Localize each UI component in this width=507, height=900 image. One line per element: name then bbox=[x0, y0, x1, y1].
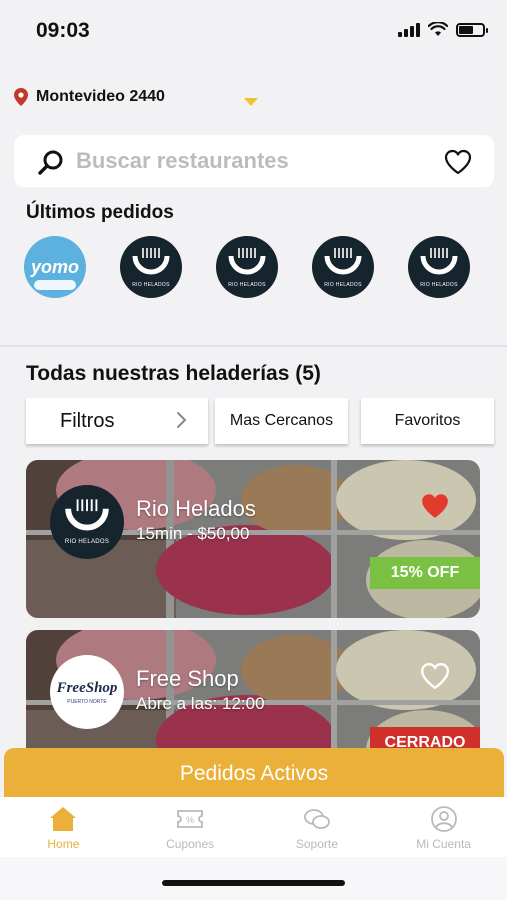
tab-account[interactable]: Mi Cuenta bbox=[380, 797, 507, 857]
rio-helados-logo bbox=[324, 248, 362, 275]
status-time: 09:03 bbox=[36, 19, 90, 42]
chevron-right-icon bbox=[177, 412, 187, 428]
user-icon bbox=[430, 806, 457, 832]
status-bar: 09:03 bbox=[0, 0, 507, 60]
shop-meta: Abre a las: 12:00 bbox=[136, 694, 265, 713]
shop-name: Free Shop bbox=[136, 666, 239, 691]
section-divider bbox=[0, 345, 507, 347]
coupon-icon: % bbox=[177, 810, 204, 828]
wifi-icon bbox=[428, 22, 448, 36]
home-icon bbox=[50, 807, 77, 831]
recent-order-rio-helados[interactable]: RIO HELADOS bbox=[312, 236, 374, 298]
status-icons bbox=[398, 22, 488, 37]
shop-logo: FreeShop PUERTO NORTE bbox=[50, 655, 124, 729]
location-selector[interactable]: Montevideo 2440 bbox=[14, 88, 165, 106]
location-address: Montevideo 2440 bbox=[36, 88, 165, 105]
search-bar bbox=[14, 135, 494, 187]
signal-icon bbox=[398, 22, 420, 37]
search-input[interactable] bbox=[76, 145, 416, 177]
tab-label: Home bbox=[47, 837, 80, 851]
recent-orders-list: yomo RIO HELADOS RIO HELADOS RIO HELADOS… bbox=[24, 236, 470, 298]
tab-label: Mi Cuenta bbox=[416, 837, 471, 851]
filters-label: Filtros bbox=[60, 409, 115, 432]
tab-bar: Home % Cupones Soporte Mi Cuenta bbox=[0, 797, 507, 857]
chat-icon bbox=[303, 809, 330, 829]
tab-home[interactable]: Home bbox=[0, 797, 127, 857]
rio-helados-logo bbox=[132, 248, 170, 275]
bottom-safe-area bbox=[0, 857, 507, 900]
recent-order-yomo[interactable]: yomo bbox=[24, 236, 86, 298]
filters-button[interactable]: Filtros bbox=[26, 398, 208, 444]
favorites-filter-button[interactable]: Favoritos bbox=[361, 398, 494, 444]
rio-helados-logo bbox=[420, 248, 458, 275]
shop-meta: 15min - $50,00 bbox=[136, 524, 250, 543]
shop-name: Rio Helados bbox=[136, 496, 256, 521]
tab-coupons[interactable]: % Cupones bbox=[127, 797, 254, 857]
chevron-down-icon[interactable] bbox=[244, 98, 258, 106]
rio-helados-logo bbox=[228, 248, 266, 275]
svg-text:%: % bbox=[186, 815, 194, 825]
all-shops-title: Todas nuestras heladerías (5) bbox=[26, 362, 321, 385]
shop-card-rio-helados[interactable]: RIO HELADOS Rio Helados 15min - $50,00 1… bbox=[26, 460, 480, 618]
shop-logo: RIO HELADOS bbox=[50, 485, 124, 559]
tab-label: Soporte bbox=[295, 837, 338, 851]
location-pin-icon bbox=[14, 88, 28, 106]
active-orders-button[interactable]: Pedidos Activos bbox=[4, 748, 504, 800]
heart-filled-icon[interactable] bbox=[420, 492, 450, 520]
recent-order-rio-helados[interactable]: RIO HELADOS bbox=[408, 236, 470, 298]
heart-icon[interactable] bbox=[444, 149, 472, 175]
recent-orders-title: Últimos pedidos bbox=[26, 202, 174, 223]
tab-support[interactable]: Soporte bbox=[254, 797, 381, 857]
home-indicator[interactable] bbox=[162, 880, 345, 886]
search-icon bbox=[38, 150, 63, 175]
battery-icon bbox=[456, 22, 488, 37]
heart-icon[interactable] bbox=[420, 662, 450, 690]
recent-order-rio-helados[interactable]: RIO HELADOS bbox=[216, 236, 278, 298]
tab-label: Cupones bbox=[166, 837, 215, 851]
recent-order-rio-helados[interactable]: RIO HELADOS bbox=[120, 236, 182, 298]
discount-badge: 15% OFF bbox=[370, 557, 480, 589]
nearest-filter-button[interactable]: Mas Cercanos bbox=[215, 398, 348, 444]
